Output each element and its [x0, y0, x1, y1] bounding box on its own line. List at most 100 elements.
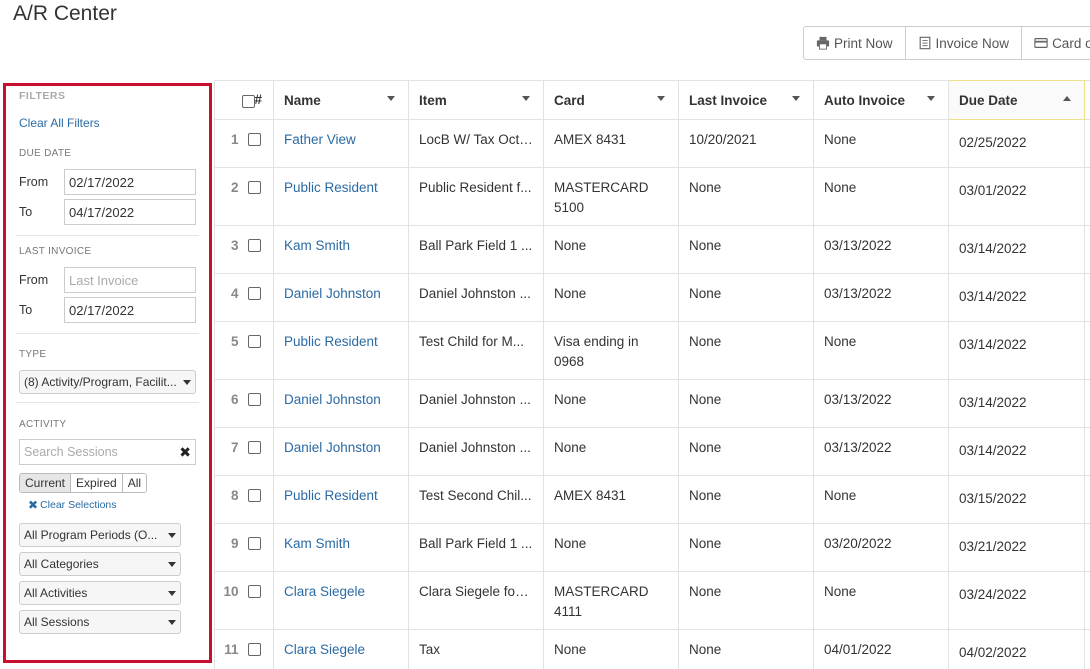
- invoice-now-button[interactable]: Invoice Now: [906, 27, 1023, 59]
- sessions-value: All Sessions: [24, 615, 90, 629]
- last-invoice-to-input[interactable]: 02/17/2022: [64, 297, 196, 323]
- due-date-to-input[interactable]: 04/17/2022: [64, 199, 196, 225]
- row-name-link[interactable]: Daniel Johnston: [273, 273, 409, 322]
- row-checkbox[interactable]: [247, 441, 261, 454]
- table-row[interactable]: 4 Daniel Johnston Daniel Johnston ... No…: [214, 273, 1090, 322]
- clear-search-icon[interactable]: ✖: [179, 444, 191, 461]
- row-checkbox[interactable]: [247, 239, 261, 252]
- session-status-toggle: Current Expired All: [19, 473, 148, 493]
- header-auto-invoice[interactable]: Auto Invoice: [813, 80, 949, 120]
- header-last-invoice[interactable]: Last Invoice: [678, 80, 814, 120]
- table-row[interactable]: 8 Public Resident Test Second Chil... AM…: [214, 475, 1090, 524]
- row-name-link[interactable]: Public Resident: [273, 321, 409, 380]
- row-overflow: [1084, 321, 1090, 380]
- segment-expired[interactable]: Expired: [71, 474, 123, 492]
- row-name-link[interactable]: Clara Siegele: [273, 571, 409, 630]
- caret-up-icon: [1063, 96, 1071, 101]
- activities-value: All Activities: [24, 586, 88, 600]
- row-name-link[interactable]: Kam Smith: [273, 523, 409, 572]
- table-row[interactable]: 3 Kam Smith Ball Park Field 1 ... None N…: [214, 225, 1090, 274]
- row-name-link[interactable]: Father View: [273, 119, 409, 168]
- categories-value: All Categories: [24, 557, 99, 571]
- row-name-link[interactable]: Public Resident: [273, 475, 409, 524]
- row-checkbox-cell: [241, 167, 274, 226]
- header-item[interactable]: Item: [408, 80, 544, 120]
- row-checkbox[interactable]: [247, 335, 261, 348]
- last-invoice-from-input[interactable]: Last Invoice: [64, 267, 196, 293]
- table-row[interactable]: 7 Daniel Johnston Daniel Johnston ... No…: [214, 427, 1090, 476]
- caret-down-icon: [183, 379, 191, 385]
- row-name-link[interactable]: Public Resident: [273, 167, 409, 226]
- row-checkbox[interactable]: [247, 133, 261, 146]
- row-item: LocB W/ Tax Oct ...: [408, 119, 544, 168]
- row-checkbox[interactable]: [247, 287, 261, 300]
- clear-selections-link[interactable]: ✖ Clear Selections: [19, 498, 196, 512]
- table-row[interactable]: 6 Daniel Johnston Daniel Johnston ... No…: [214, 379, 1090, 428]
- row-checkbox-cell: [241, 629, 274, 669]
- page-title: A/R Center: [13, 2, 117, 25]
- row-name-link[interactable]: Clara Siegele: [273, 629, 409, 669]
- header-num: #: [254, 92, 263, 107]
- row-checkbox[interactable]: [247, 393, 261, 406]
- clear-all-filters-link[interactable]: Clear All Filters: [19, 116, 196, 130]
- row-auto-invoice: None: [813, 571, 949, 630]
- row-due-date: 03/15/2022: [948, 475, 1085, 524]
- row-last-invoice: None: [678, 225, 814, 274]
- row-card: MASTERCARD 4111: [543, 571, 679, 630]
- row-name-link[interactable]: Daniel Johnston: [273, 379, 409, 428]
- row-number: 6: [214, 379, 242, 428]
- table-row[interactable]: 5 Public Resident Test Child for M... Vi…: [214, 321, 1090, 380]
- table-row[interactable]: 1 Father View LocB W/ Tax Oct ... AMEX 8…: [214, 119, 1090, 168]
- header-select-all: #: [241, 80, 274, 120]
- search-sessions-placeholder: Search Sessions: [24, 445, 118, 459]
- type-select[interactable]: (8) Activity/Program, Facilit...: [19, 370, 196, 394]
- row-checkbox[interactable]: [247, 489, 261, 502]
- row-checkbox-cell: [241, 379, 274, 428]
- row-number: 4: [214, 273, 242, 322]
- print-now-button[interactable]: Print Now: [804, 27, 906, 59]
- header-due-date[interactable]: Due Date: [948, 80, 1085, 120]
- table-row[interactable]: 9 Kam Smith Ball Park Field 1 ... None N…: [214, 523, 1090, 572]
- header-card[interactable]: Card: [543, 80, 679, 120]
- last-invoice-from-label: From: [19, 273, 49, 287]
- program-periods-select[interactable]: All Program Periods (O...: [19, 523, 181, 547]
- row-item: Clara Siegele for ...: [408, 571, 544, 630]
- row-last-invoice: 10/20/2021: [678, 119, 814, 168]
- categories-select[interactable]: All Categories: [19, 552, 181, 576]
- row-checkbox[interactable]: [247, 537, 261, 550]
- search-sessions-input[interactable]: Search Sessions ✖: [19, 439, 196, 465]
- row-due-date: 04/02/2022: [948, 629, 1085, 669]
- row-checkbox-cell: [241, 475, 274, 524]
- row-checkbox[interactable]: [247, 643, 261, 656]
- row-checkbox-cell: [241, 523, 274, 572]
- row-number: 7: [214, 427, 242, 476]
- due-date-label: DUE DATE: [19, 148, 72, 159]
- row-card: None: [543, 273, 679, 322]
- row-auto-invoice: None: [813, 475, 949, 524]
- due-date-from-row: From 02/17/2022: [19, 169, 196, 195]
- table-row[interactable]: 2 Public Resident Public Resident f... M…: [214, 167, 1090, 226]
- row-overflow: [1084, 273, 1090, 322]
- header-item-label: Item: [419, 92, 447, 108]
- segment-all[interactable]: All: [122, 474, 147, 492]
- table-row[interactable]: 11 Clara Siegele Tax None None 04/01/202…: [214, 629, 1090, 669]
- segment-current[interactable]: Current: [20, 474, 72, 492]
- header-name[interactable]: Name: [273, 80, 409, 120]
- sessions-select[interactable]: All Sessions: [19, 610, 181, 634]
- activities-select[interactable]: All Activities: [19, 581, 181, 605]
- row-name-link[interactable]: Daniel Johnston: [273, 427, 409, 476]
- row-name-link[interactable]: Kam Smith: [273, 225, 409, 274]
- row-checkbox-cell: [241, 427, 274, 476]
- card-button[interactable]: Card o: [1022, 27, 1090, 59]
- select-all-checkbox[interactable]: [241, 95, 255, 108]
- row-auto-invoice: 03/20/2022: [813, 523, 949, 572]
- caret-down-icon: [522, 96, 530, 101]
- row-checkbox[interactable]: [247, 181, 261, 194]
- table-header-row: # Name Item Card Last Invoice Auto Invoi…: [214, 80, 1090, 120]
- row-checkbox-cell: [241, 273, 274, 322]
- row-auto-invoice: None: [813, 167, 949, 226]
- row-checkbox[interactable]: [247, 585, 261, 598]
- table-row[interactable]: 10 Clara Siegele Clara Siegele for ... M…: [214, 571, 1090, 630]
- row-overflow: [1084, 167, 1090, 226]
- due-date-from-input[interactable]: 02/17/2022: [64, 169, 196, 195]
